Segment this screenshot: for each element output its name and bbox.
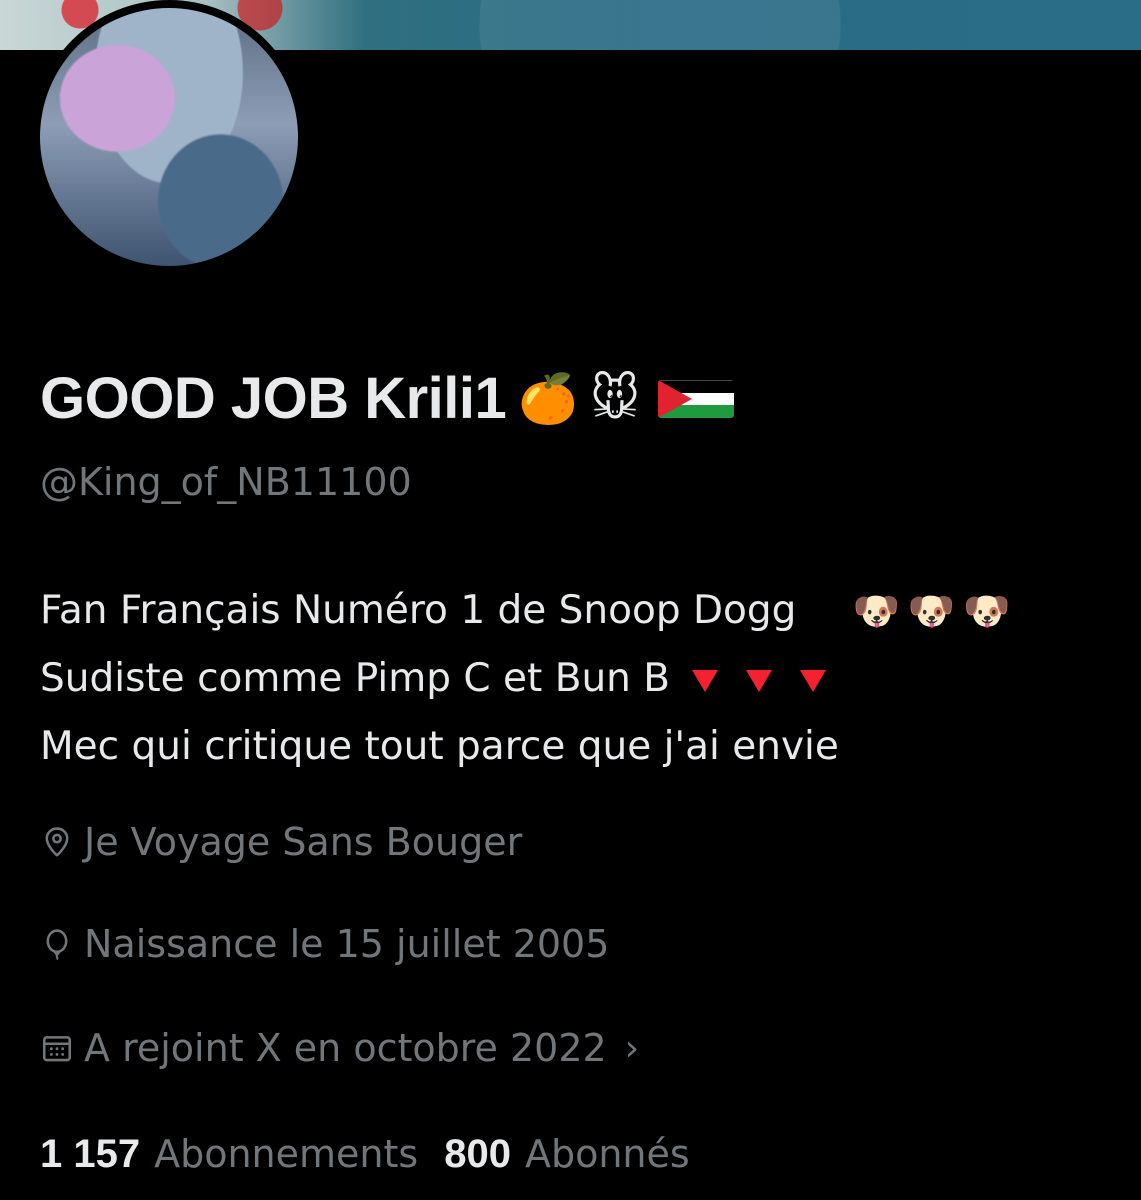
bio-text-3: Mec qui critique tout parce que j'ai env… (40, 724, 839, 769)
bio: Fan Français Numéro 1 de Snoop Dogg 🐶 🐶 … (40, 577, 1010, 781)
joined-row[interactable]: A rejoint X en octobre 2022 › (40, 1026, 639, 1070)
orange-emoji: 🍊 (518, 371, 579, 427)
follow-stats: 1 157 Abonnements 800 Abonnés (40, 1132, 716, 1177)
location-text: Je Voyage Sans Bouger (84, 820, 523, 864)
red-triangle-down-icon (746, 670, 773, 692)
following-label[interactable]: Abonnements (154, 1132, 418, 1176)
user-handle: @King_of_NB11100 (40, 460, 412, 504)
bio-line-3: Mec qui critique tout parce que j'ai env… (40, 713, 1010, 781)
dog-emoji: 🐶 (852, 589, 900, 633)
bio-text-2: Sudiste comme Pimp C et Bun B (40, 656, 671, 701)
location-row: Je Voyage Sans Bouger (40, 820, 522, 864)
display-name: GOOD JOB Krili1 (40, 366, 507, 431)
joined-text: A rejoint X en octobre 2022 (84, 1026, 607, 1070)
dog-emoji: 🐶 (963, 589, 1011, 633)
avatar[interactable] (32, 0, 306, 274)
display-name-row: GOOD JOB Krili1 🍊 🐭 (40, 366, 735, 431)
location-pin-icon (45, 827, 69, 857)
following-count[interactable]: 1 157 (40, 1132, 140, 1177)
red-triangle-down-icon (692, 670, 719, 692)
followers-count[interactable]: 800 (444, 1132, 511, 1177)
bio-line-2: Sudiste comme Pimp C et Bun B (40, 645, 1010, 713)
red-triangle-down-icon (800, 670, 827, 692)
bio-line-1: Fan Français Numéro 1 de Snoop Dogg 🐶 🐶 … (40, 577, 1010, 645)
followers-label[interactable]: Abonnés (525, 1132, 690, 1176)
birth-row: Naissance le 15 juillet 2005 (40, 922, 609, 966)
bio-text-1: Fan Français Numéro 1 de Snoop Dogg (40, 588, 797, 633)
calendar-icon (42, 1036, 72, 1062)
dog-emoji: 🐶 (907, 589, 956, 633)
chevron-right-icon: › (624, 1027, 640, 1069)
mouse-emoji: 🐭 (590, 371, 641, 427)
balloon-icon (46, 929, 68, 961)
avatar-image (40, 8, 298, 266)
palestine-flag-icon (658, 380, 735, 418)
birth-text: Naissance le 15 juillet 2005 (84, 922, 610, 966)
